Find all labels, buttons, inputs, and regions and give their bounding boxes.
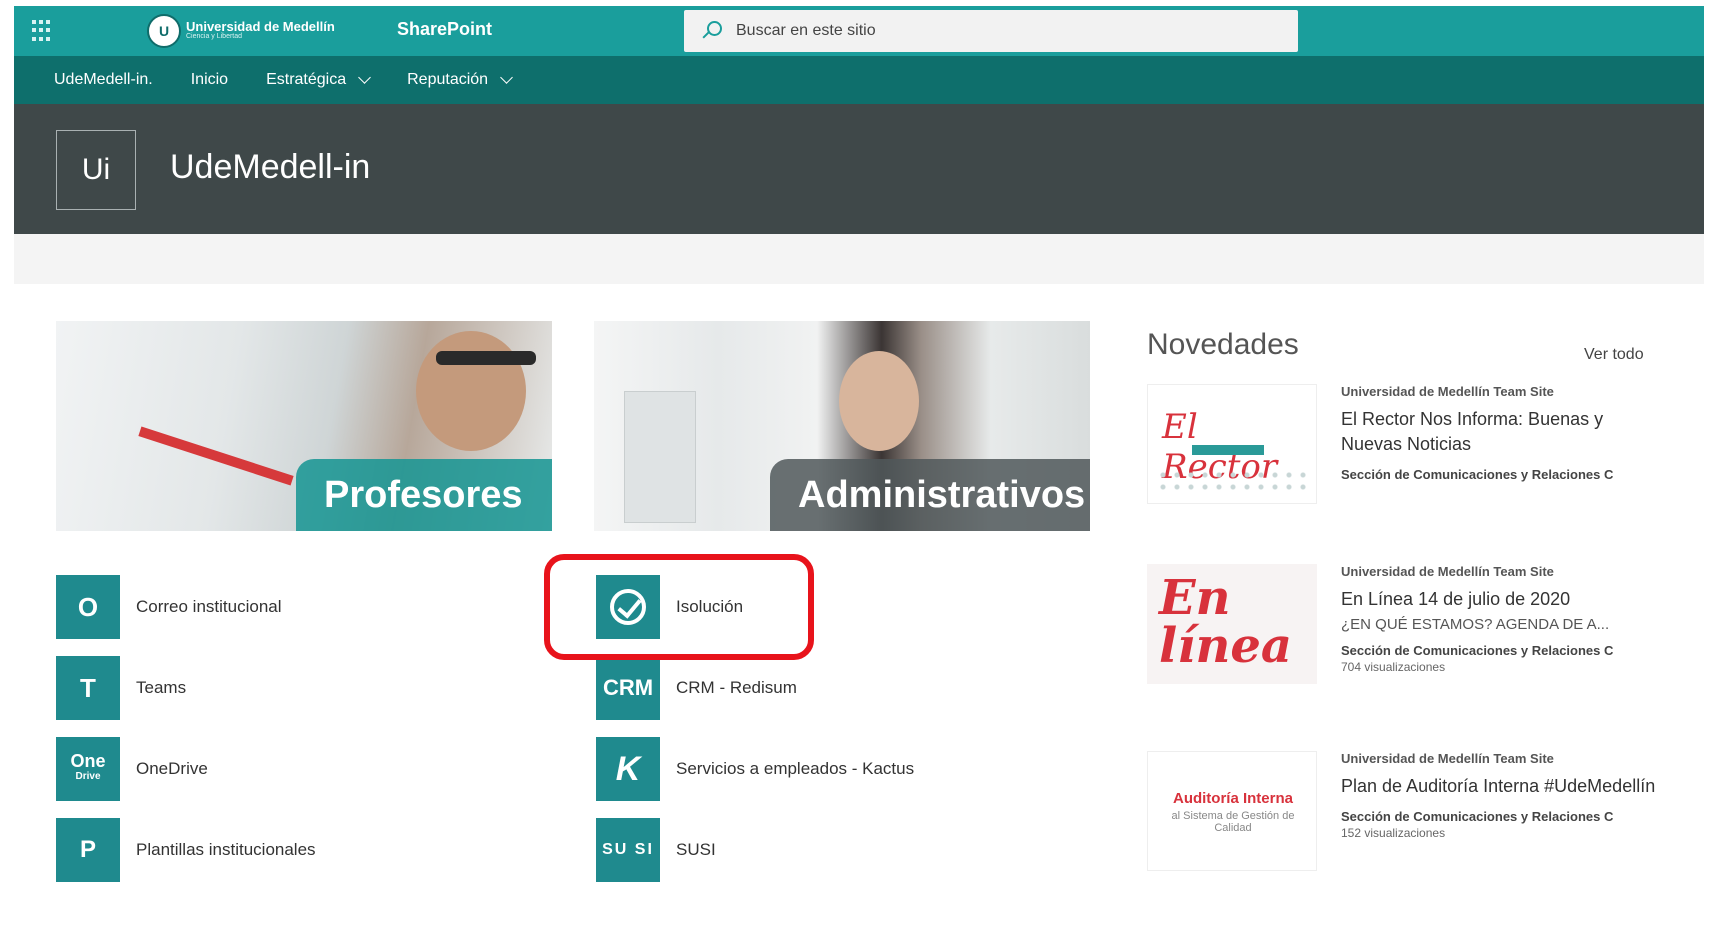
sharepoint-page: U Universidad de Medellín Ciencia y Libe… [14, 6, 1704, 949]
university-logo[interactable]: U Universidad de Medellín Ciencia y Libe… [147, 12, 335, 50]
logo-name: Universidad de Medellín [186, 19, 335, 34]
link-label: Correo institucional [136, 597, 282, 616]
news-views: 152 visualizaciones [1341, 826, 1446, 840]
chevron-down-icon [358, 71, 371, 84]
link-label: Servicios a empleados - Kactus [676, 759, 915, 778]
link-label: SUSI [676, 840, 716, 859]
link-teams[interactable]: T Teams [56, 656, 187, 720]
tile-label: Administrativos [770, 459, 1090, 531]
crm-icon: CRM [596, 656, 660, 720]
news-views: 704 visualizaciones [1341, 660, 1446, 674]
news-item[interactable]: Auditoría Interna al Sistema de Gestión … [1147, 751, 1667, 881]
news-author: Sección de Comunicaciones y Relaciones C [1341, 467, 1614, 482]
news-site[interactable]: Universidad de Medellín Team Site [1341, 384, 1661, 399]
tile-label: Profesores [296, 459, 552, 531]
product-name[interactable]: SharePoint [397, 19, 492, 40]
outlook-icon: O [56, 575, 120, 639]
hub-nav-label: Reputación [407, 71, 489, 88]
link-plantillas-institucionales[interactable]: P Plantillas institucionales [56, 818, 316, 882]
site-title[interactable]: UdeMedell-in [170, 148, 370, 187]
news-description: ¿EN QUÉ ESTAMOS? AGENDA DE A... [1341, 616, 1610, 633]
search-input[interactable] [734, 21, 1258, 41]
news-site[interactable]: Universidad de Medellín Team Site [1341, 751, 1661, 766]
teams-icon: T [56, 656, 120, 720]
link-susi[interactable]: SU SI SUSI [596, 818, 716, 882]
hub-nav-reputacion[interactable]: Reputación [407, 71, 513, 89]
link-label: Plantillas institucionales [136, 840, 316, 859]
link-label: Teams [136, 678, 187, 697]
thumb-text: En línea [1159, 570, 1293, 674]
header-band [14, 234, 1704, 284]
kactus-icon: K [596, 737, 660, 801]
link-crm-redisum[interactable]: CRM CRM - Redisum [596, 656, 797, 720]
site-header: Ui UdeMedell-in [14, 104, 1704, 234]
news-item[interactable]: El Rector Universidad de Medellín Team S… [1147, 384, 1667, 509]
news-title[interactable]: Plan de Auditoría Interna #UdeMedellín [1341, 774, 1661, 799]
link-onedrive[interactable]: One Drive OneDrive [56, 737, 208, 801]
hub-nav-label: Inicio [190, 71, 229, 88]
news-title[interactable]: El Rector Nos Informa: Buenas y Nuevas N… [1341, 407, 1661, 457]
news-author: Sección de Comunicaciones y Relaciones C [1341, 809, 1614, 824]
hub-nav-label: UdeMedell-in. [54, 71, 153, 88]
news-thumbnail[interactable]: En línea [1147, 564, 1317, 684]
news-site[interactable]: Universidad de Medellín Team Site [1341, 564, 1661, 579]
thumb-subtext: al Sistema de Gestión de Calidad [1171, 810, 1295, 834]
news-author: Sección de Comunicaciones y Relaciones C [1341, 643, 1614, 658]
tile-profesores[interactable]: Profesores [56, 321, 552, 531]
link-kactus[interactable]: K Servicios a empleados - Kactus [596, 737, 915, 801]
news-thumbnail[interactable]: Auditoría Interna al Sistema de Gestión … [1147, 751, 1317, 871]
hub-nav-inicio[interactable]: Inicio [191, 71, 228, 89]
link-label: CRM - Redisum [676, 678, 797, 697]
logo-tagline: Ciencia y Libertad [186, 33, 243, 40]
suite-bar: U Universidad de Medellín Ciencia y Libe… [14, 6, 1704, 56]
see-all-link[interactable]: Ver todo [1584, 346, 1644, 364]
hub-nav-label: Estratégica [266, 71, 347, 88]
chevron-down-icon [500, 71, 513, 84]
app-launcher-icon[interactable] [32, 20, 54, 42]
search-icon [702, 21, 722, 41]
highlight-annotation [544, 554, 814, 660]
hub-nav-estrategica[interactable]: Estratégica [266, 71, 371, 89]
hub-nav-home-site[interactable]: UdeMedell-in. [54, 71, 153, 89]
tile-administrativos[interactable]: Administrativos [594, 321, 1090, 531]
link-label: OneDrive [136, 759, 208, 778]
search-box[interactable] [684, 10, 1298, 52]
news-thumbnail[interactable]: El Rector [1147, 384, 1317, 504]
news-title[interactable]: En Línea 14 de julio de 2020 [1341, 587, 1661, 612]
hub-navigation: UdeMedell-in. Inicio Estratégica Reputac… [14, 56, 1704, 104]
thumb-text: Auditoría Interna [1172, 790, 1293, 807]
site-logo[interactable]: Ui [56, 130, 136, 210]
susi-icon: SU SI [596, 818, 660, 882]
news-section-title: Novedades [1147, 328, 1299, 361]
seal-icon: U [147, 14, 181, 48]
onedrive-icon: One Drive [56, 737, 120, 801]
news-item[interactable]: En línea Universidad de Medellín Team Si… [1147, 564, 1667, 694]
powerpoint-icon: P [56, 818, 120, 882]
link-correo-institucional[interactable]: O Correo institucional [56, 575, 282, 639]
